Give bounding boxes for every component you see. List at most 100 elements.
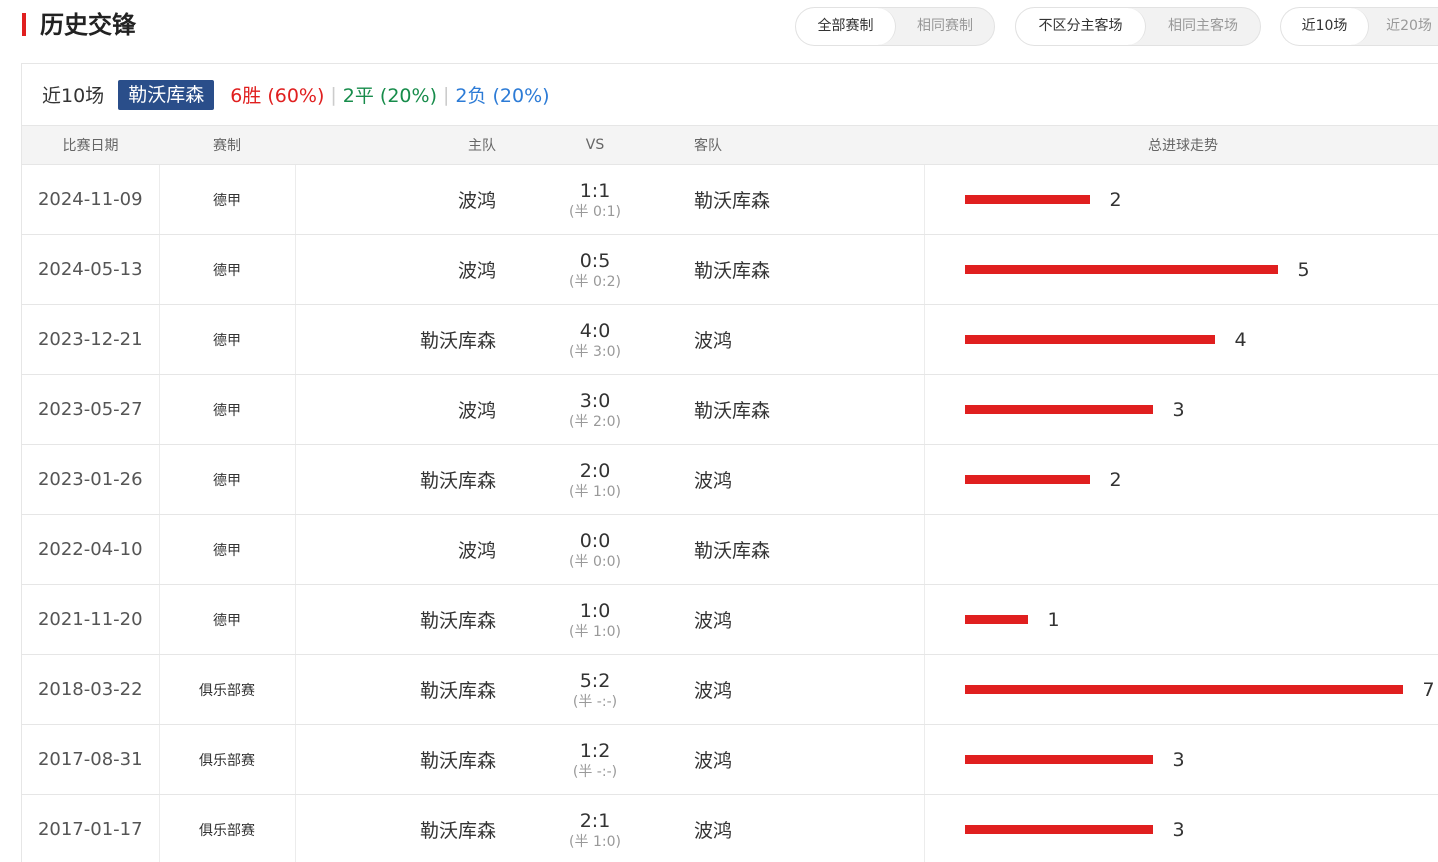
full-time-score[interactable]: 4:0 xyxy=(516,319,674,343)
goals-total: 3 xyxy=(1172,748,1185,771)
away-team[interactable]: 勒沃库森 xyxy=(674,164,925,235)
goals-bar xyxy=(964,195,1090,204)
full-time-score[interactable]: 2:0 xyxy=(516,459,674,483)
away-team[interactable]: 波鸿 xyxy=(674,724,925,795)
match-score-cell[interactable]: 1:2 (半 -:-) xyxy=(516,724,674,795)
match-league[interactable]: 俱乐部赛 xyxy=(159,654,296,725)
col-date-header: 比赛日期 xyxy=(22,125,159,165)
goals-bar xyxy=(964,405,1153,414)
table-row[interactable]: 2023-05-27 德甲 波鸿 3:0 (半 2:0) 勒沃库森 3 xyxy=(22,374,1438,445)
section-header: 历史交锋 全部赛制 相同赛制 不区分主客场 相同主客场 近10场 近20场 xyxy=(0,0,1438,52)
goals-trend-cell xyxy=(924,514,1438,585)
match-league[interactable]: 德甲 xyxy=(159,164,296,235)
half-time-score: (半 1:0) xyxy=(569,833,621,850)
half-time-score: (半 0:2) xyxy=(569,273,621,290)
goals-total: 7 xyxy=(1422,678,1435,701)
table-header-row: 比赛日期 赛制 主队 VS 客队 总进球走势 xyxy=(22,125,1438,165)
half-time-score: (半 -:-) xyxy=(572,693,618,710)
full-time-score[interactable]: 2:1 xyxy=(516,809,674,833)
match-score-cell[interactable]: 2:0 (半 1:0) xyxy=(516,444,674,515)
col-home-header: 主队 xyxy=(295,125,516,165)
match-league[interactable]: 德甲 xyxy=(159,304,296,375)
summary-losses: 2负 (20%) xyxy=(455,85,550,107)
match-league[interactable]: 德甲 xyxy=(159,444,296,515)
goals-trend-cell: 5 xyxy=(924,234,1438,305)
home-team[interactable]: 波鸿 xyxy=(295,374,516,445)
filter-last-20[interactable]: 近20场 xyxy=(1369,8,1438,45)
match-count-filter: 近10场 近20场 xyxy=(1280,7,1438,46)
home-team[interactable]: 波鸿 xyxy=(295,164,516,235)
match-score-cell[interactable]: 3:0 (半 2:0) xyxy=(516,374,674,445)
home-team[interactable]: 勒沃库森 xyxy=(295,304,516,375)
col-vs-header: VS xyxy=(516,125,674,165)
match-score-cell[interactable]: 1:0 (半 1:0) xyxy=(516,584,674,655)
half-time-score: (半 1:0) xyxy=(569,483,621,500)
away-team[interactable]: 勒沃库森 xyxy=(674,374,925,445)
table-row[interactable]: 2021-11-20 德甲 勒沃库森 1:0 (半 1:0) 波鸿 1 xyxy=(22,584,1438,655)
goals-bar xyxy=(964,825,1153,834)
full-time-score[interactable]: 3:0 xyxy=(516,389,674,413)
goals-trend-cell: 7 xyxy=(924,654,1438,725)
filter-any-venue[interactable]: 不区分主客场 xyxy=(1016,8,1146,45)
home-team[interactable]: 勒沃库森 xyxy=(295,724,516,795)
full-time-score[interactable]: 0:0 xyxy=(516,529,674,553)
match-league[interactable]: 俱乐部赛 xyxy=(159,794,296,862)
away-team[interactable]: 波鸿 xyxy=(674,584,925,655)
match-score-cell[interactable]: 4:0 (半 3:0) xyxy=(516,304,674,375)
away-team[interactable]: 波鸿 xyxy=(674,304,925,375)
table-row[interactable]: 2023-01-26 德甲 勒沃库森 2:0 (半 1:0) 波鸿 2 xyxy=(22,444,1438,515)
match-league[interactable]: 德甲 xyxy=(159,514,296,585)
full-time-score[interactable]: 1:0 xyxy=(516,599,674,623)
filter-same-venue[interactable]: 相同主客场 xyxy=(1146,8,1260,45)
full-time-score[interactable]: 5:2 xyxy=(516,669,674,693)
match-league[interactable]: 德甲 xyxy=(159,374,296,445)
goals-total: 2 xyxy=(1109,468,1122,491)
home-team[interactable]: 波鸿 xyxy=(295,514,516,585)
home-team[interactable]: 勒沃库森 xyxy=(295,794,516,862)
filter-all-competitions[interactable]: 全部赛制 xyxy=(796,8,896,45)
away-team[interactable]: 波鸿 xyxy=(674,654,925,725)
half-time-score: (半 2:0) xyxy=(569,413,621,430)
half-time-score: (半 3:0) xyxy=(569,343,621,360)
summary-bar: 近10场 勒沃库森 6胜 (60%) | 2平 (20%) | 2负 (20%) xyxy=(22,64,1438,125)
goals-total: 4 xyxy=(1234,328,1247,351)
match-league[interactable]: 德甲 xyxy=(159,584,296,655)
match-score-cell[interactable]: 0:0 (半 0:0) xyxy=(516,514,674,585)
match-league[interactable]: 德甲 xyxy=(159,234,296,305)
full-time-score[interactable]: 0:5 xyxy=(516,249,674,273)
away-team[interactable]: 勒沃库森 xyxy=(674,234,925,305)
match-score-cell[interactable]: 1:1 (半 0:1) xyxy=(516,164,674,235)
full-time-score[interactable]: 1:2 xyxy=(516,739,674,763)
full-time-score[interactable]: 1:1 xyxy=(516,179,674,203)
table-row[interactable]: 2024-05-13 德甲 波鸿 0:5 (半 0:2) 勒沃库森 5 xyxy=(22,234,1438,305)
home-team[interactable]: 勒沃库森 xyxy=(295,584,516,655)
home-team[interactable]: 波鸿 xyxy=(295,234,516,305)
match-date: 2023-01-26 xyxy=(22,444,160,515)
title-accent-bar xyxy=(22,13,26,36)
match-score-cell[interactable]: 5:2 (半 -:-) xyxy=(516,654,674,725)
home-team[interactable]: 勒沃库森 xyxy=(295,444,516,515)
away-team[interactable]: 波鸿 xyxy=(674,444,925,515)
table-row[interactable]: 2023-12-21 德甲 勒沃库森 4:0 (半 3:0) 波鸿 4 xyxy=(22,304,1438,375)
match-league[interactable]: 俱乐部赛 xyxy=(159,724,296,795)
table-row[interactable]: 2024-11-09 德甲 波鸿 1:1 (半 0:1) 勒沃库森 2 xyxy=(22,164,1438,235)
filter-last-10[interactable]: 近10场 xyxy=(1281,8,1369,45)
table-row[interactable]: 2022-04-10 德甲 波鸿 0:0 (半 0:0) 勒沃库森 xyxy=(22,514,1438,585)
away-team[interactable]: 波鸿 xyxy=(674,794,925,862)
table-row[interactable]: 2017-08-31 俱乐部赛 勒沃库森 1:2 (半 -:-) 波鸿 3 xyxy=(22,724,1438,795)
table-row[interactable]: 2017-01-17 俱乐部赛 勒沃库森 2:1 (半 1:0) 波鸿 3 xyxy=(22,794,1438,862)
summary-wins: 6胜 (60%) xyxy=(230,85,325,107)
goals-total: 2 xyxy=(1109,188,1122,211)
match-score-cell[interactable]: 2:1 (半 1:0) xyxy=(516,794,674,862)
match-score-cell[interactable]: 0:5 (半 0:2) xyxy=(516,234,674,305)
goals-trend-cell: 2 xyxy=(924,444,1438,515)
half-time-score: (半 0:0) xyxy=(569,553,621,570)
goals-trend-cell: 1 xyxy=(924,584,1438,655)
filter-same-competition[interactable]: 相同赛制 xyxy=(896,8,994,45)
away-team[interactable]: 勒沃库森 xyxy=(674,514,925,585)
match-date: 2017-08-31 xyxy=(22,724,160,795)
goals-trend-cell: 3 xyxy=(924,724,1438,795)
competition-filter: 全部赛制 相同赛制 xyxy=(795,7,995,46)
table-row[interactable]: 2018-03-22 俱乐部赛 勒沃库森 5:2 (半 -:-) 波鸿 7 xyxy=(22,654,1438,725)
home-team[interactable]: 勒沃库森 xyxy=(295,654,516,725)
